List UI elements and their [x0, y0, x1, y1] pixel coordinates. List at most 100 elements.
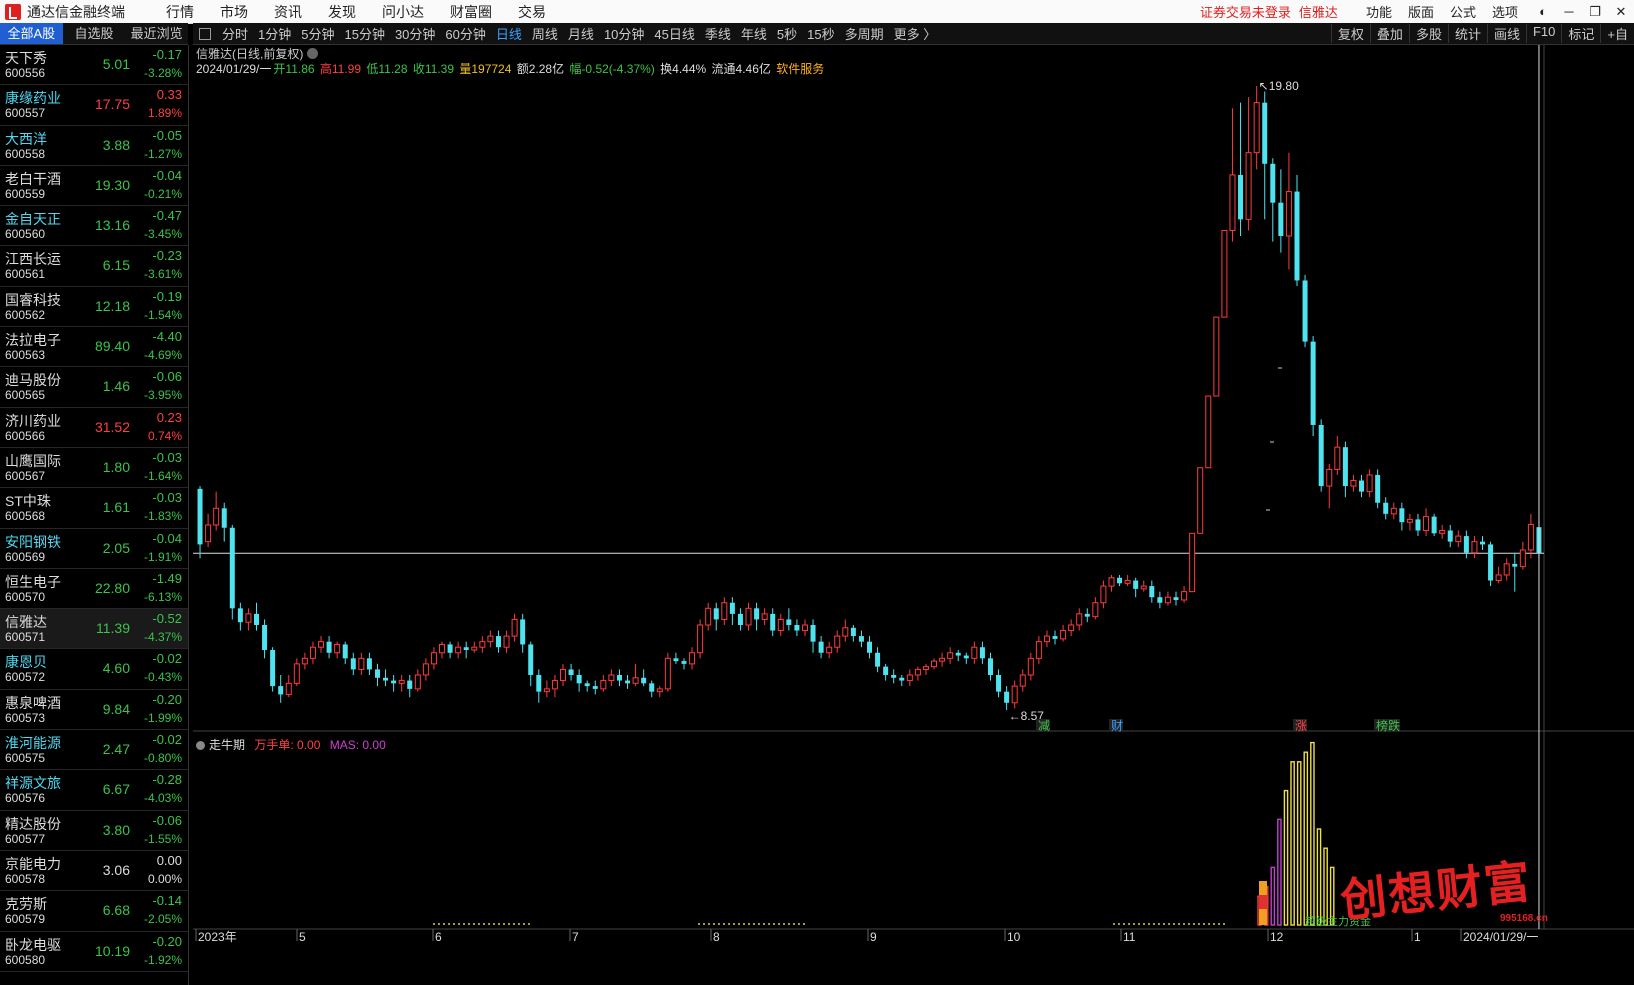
period-button[interactable]: 周线 [527, 24, 563, 43]
menu-hangqing[interactable]: 行情 [153, 2, 207, 22]
candle-body [293, 663, 300, 684]
menu-gongneng[interactable]: 功能 [1358, 2, 1400, 21]
tool-button[interactable]: F10 [1525, 24, 1561, 43]
tool-button[interactable]: +自 [1600, 24, 1634, 43]
tool-button[interactable]: 叠加 [1369, 24, 1409, 43]
kline-chart[interactable]: ↖19.80←8.57减财涨榜跌超级主力资金2023年 5 6 7 8 9 10 11 12 1 2… [193, 45, 1634, 985]
stock-name: 济川药业 [5, 412, 61, 429]
stock-row[interactable]: 大西洋 600558 3.88 -0.05 -1.27% [0, 126, 188, 166]
stock-code: 600563 [5, 348, 46, 363]
stock-row[interactable]: 淮河能源 600575 2.47 -0.02 -0.80% [0, 730, 188, 771]
stock-row[interactable]: 京能电力 600578 3.06 0.00 0.00% [0, 851, 188, 892]
tool-button[interactable]: 标记 [1561, 24, 1600, 43]
stock-change: -0.20 [152, 691, 182, 707]
candle-body [543, 688, 550, 693]
stock-price: 6.15 [102, 257, 130, 274]
trade-not-logged-in[interactable]: 证券交易未登录 [1200, 5, 1291, 20]
stock-name: 恒生电子 [5, 573, 61, 590]
stock-row[interactable]: 康恩贝 600572 4.60 -0.02 -0.43% [0, 649, 188, 690]
stock-row[interactable]: 精达股份 600577 3.80 -0.06 -1.55% [0, 811, 188, 851]
period-button[interactable]: 更多 〉 [889, 24, 942, 43]
menu-xuanxiang[interactable]: 选项 [1484, 2, 1526, 21]
period-button[interactable]: 15分钟 [339, 24, 389, 43]
period-button[interactable]: 日线 [491, 24, 527, 43]
stock-row[interactable]: 济川药业 600566 31.52 0.23 0.74% [0, 408, 188, 448]
candle-body [285, 682, 292, 695]
candle-body [914, 668, 921, 676]
candle-body [463, 647, 469, 650]
stock-row[interactable]: 江西长运 600561 6.15 -0.23 -3.61% [0, 246, 188, 287]
tool-button[interactable]: 画线 [1486, 24, 1526, 43]
period-button[interactable]: 10分钟 [599, 24, 649, 43]
tab-recent[interactable]: 最近浏览 [125, 23, 188, 44]
period-button[interactable]: 45日线 [649, 24, 699, 43]
period-button[interactable]: 年线 [736, 24, 772, 43]
event-marker[interactable]: 涨 [1295, 718, 1307, 733]
candle-body [625, 680, 631, 684]
stock-code: 600560 [5, 227, 46, 242]
stock-row[interactable]: 金自天正 600560 13.16 -0.47 -3.45% [0, 206, 188, 247]
candle-body [1527, 523, 1534, 551]
period-button[interactable]: 季线 [700, 24, 736, 43]
stock-row[interactable]: 天下秀 600556 5.01 -0.17 -3.28% [0, 45, 188, 86]
tool-button[interactable]: 统计 [1447, 24, 1487, 43]
stock-row[interactable]: 山鹰国际 600567 1.80 -0.03 -1.64% [0, 448, 188, 489]
stock-code: 600579 [5, 912, 46, 927]
high-price-label: ↖19.80 [1259, 79, 1299, 93]
period-button[interactable]: 多周期 [840, 24, 889, 43]
info-sector[interactable]: 软件服务 [776, 62, 824, 76]
period-button[interactable]: 分时 [217, 24, 253, 43]
menu-caifuquan[interactable]: 财富圈 [437, 2, 505, 22]
stock-name: 精达股份 [5, 815, 61, 832]
stock-row[interactable]: 国睿科技 600562 12.18 -0.19 -1.54% [0, 287, 188, 328]
candle-body [576, 674, 582, 684]
close-icon[interactable]: ✕ [1608, 4, 1634, 20]
period-button[interactable]: 1分钟 [253, 24, 296, 43]
menu-shichang[interactable]: 市场 [207, 2, 261, 22]
stock-row[interactable]: 信雅达 600571 11.39 -0.52 -4.37% [0, 609, 188, 650]
period-button[interactable]: 5分钟 [296, 24, 339, 43]
stock-row[interactable]: 祥源文旅 600576 6.67 -0.28 -4.03% [0, 770, 188, 811]
period-button[interactable]: 15秒 [802, 24, 839, 43]
menu-jiaoyi[interactable]: 交易 [505, 2, 559, 22]
candle-body [979, 647, 985, 659]
period-button[interactable]: 5秒 [772, 24, 802, 43]
period-button[interactable]: 30分钟 [390, 24, 440, 43]
indicator-name[interactable]: 走牛期 [209, 738, 245, 752]
panel-toggle-icon[interactable] [199, 27, 211, 40]
candle-body [1092, 602, 1099, 618]
tool-button[interactable]: 复权 [1330, 24, 1370, 43]
stock-row[interactable]: 恒生电子 600570 22.80 -1.49 -6.13% [0, 569, 188, 610]
indicator-options-icon[interactable] [196, 741, 205, 750]
candle-body [1350, 480, 1357, 487]
maximize-icon[interactable]: ❐ [1582, 4, 1608, 20]
menu-faxian[interactable]: 发现 [315, 2, 369, 22]
tab-all-a-shares[interactable]: 全部A股 [0, 23, 63, 44]
stock-row[interactable]: 安阳钢铁 600569 2.05 -0.04 -1.91% [0, 529, 188, 569]
stock-row[interactable]: 克劳斯 600579 6.68 -0.14 -2.05% [0, 891, 188, 932]
stock-row[interactable]: 惠泉啤酒 600573 9.84 -0.20 -1.99% [0, 690, 188, 731]
info-low: 低11.28 [366, 62, 408, 76]
menu-zixun[interactable]: 资讯 [261, 2, 315, 22]
menu-wenxiaoda[interactable]: 问小达 [369, 2, 437, 22]
stock-price: 1.46 [102, 378, 130, 395]
stock-row[interactable]: ST中珠 600568 1.61 -0.03 -1.83% [0, 488, 188, 529]
stock-row[interactable]: 卧龙电驱 600580 10.19 -0.20 -1.92% [0, 932, 188, 972]
chart-options-icon[interactable] [307, 48, 319, 59]
tool-button[interactable]: 多股 [1408, 24, 1448, 43]
stock-row[interactable]: 迪马股份 600565 1.46 -0.06 -3.95% [0, 367, 188, 408]
skin-icon[interactable]: ◐ [1530, 4, 1556, 20]
event-marker[interactable]: 榜跌 [1376, 718, 1400, 733]
minimize-icon[interactable]: ─ [1556, 4, 1582, 20]
period-button[interactable]: 60分钟 [440, 24, 490, 43]
menu-banmian[interactable]: 版面 [1400, 2, 1442, 21]
stock-row[interactable]: 康缘药业 600557 17.75 0.33 1.89% [0, 85, 188, 126]
tab-watchlist[interactable]: 自选股 [63, 23, 126, 44]
period-button[interactable]: 月线 [563, 24, 599, 43]
stock-row[interactable]: 老白干酒 600559 19.30 -0.04 -0.21% [0, 166, 188, 207]
login-notice[interactable]: 证券交易未登录 信雅达 [1200, 2, 1338, 21]
event-marker[interactable]: 减 [1038, 719, 1050, 733]
menu-gongshi[interactable]: 公式 [1442, 2, 1484, 21]
event-marker[interactable]: 财 [1111, 719, 1123, 733]
stock-row[interactable]: 法拉电子 600563 89.40 -4.40 -4.69% [0, 327, 188, 368]
